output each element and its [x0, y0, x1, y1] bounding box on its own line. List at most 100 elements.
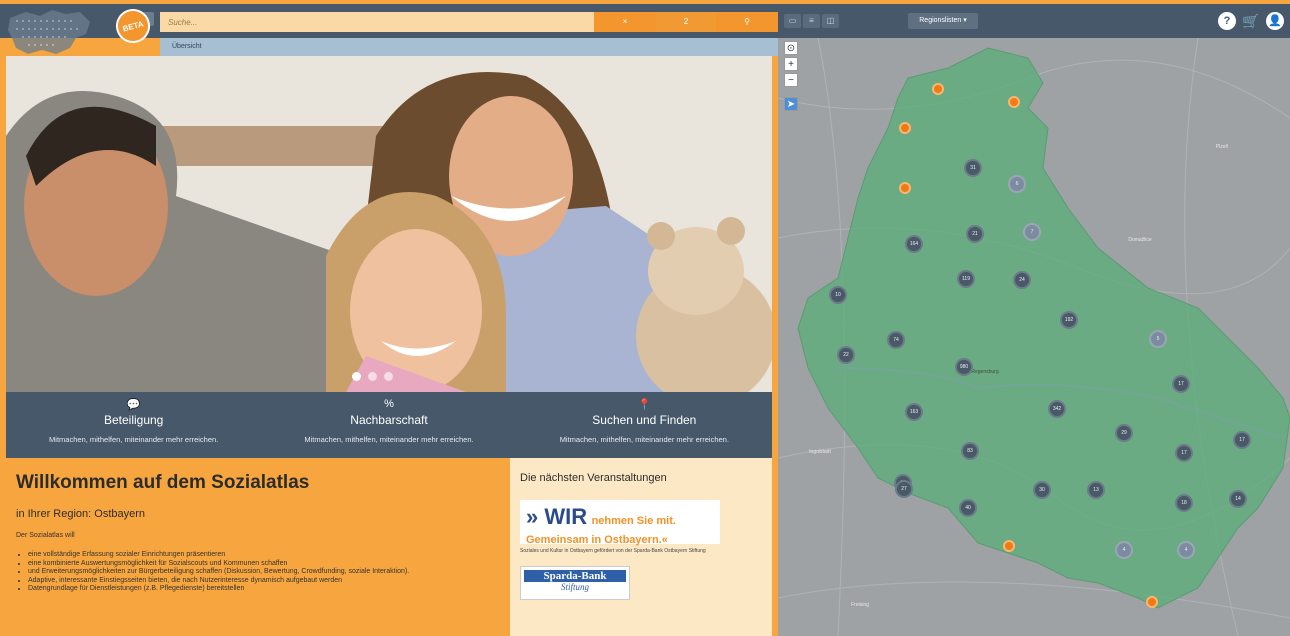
- result-count-button[interactable]: 2: [656, 12, 716, 32]
- welcome-section: Willkommen auf dem Sozialatlas in Ihrer …: [6, 458, 506, 636]
- feature-title: Nachbarschaft: [350, 413, 428, 427]
- wir-ad-banner[interactable]: » WIR nehmen Sie mit. Gemeinsam in Ostba…: [520, 500, 720, 546]
- map-cluster-marker[interactable]: 17: [1172, 375, 1190, 393]
- map-cluster-marker[interactable]: 13: [1087, 481, 1105, 499]
- map-cluster-marker[interactable]: 83: [961, 442, 979, 460]
- cart-icon[interactable]: 🛒: [1242, 12, 1260, 30]
- map-cluster-marker[interactable]: 163: [905, 403, 923, 421]
- feature-desc: Mitmachen, mithelfen, miteinander mehr e…: [559, 435, 729, 444]
- map-cluster-marker[interactable]: 29: [1115, 424, 1133, 442]
- search-button[interactable]: ⚲: [716, 12, 778, 32]
- map-cluster-marker[interactable]: 31: [964, 159, 982, 177]
- split-view-icon[interactable]: ◫: [822, 14, 839, 28]
- map-cluster-marker[interactable]: 4: [1177, 541, 1195, 559]
- map-view-icon[interactable]: ▭: [784, 14, 801, 28]
- list-item: eine vollständige Erfassung sozialer Ein…: [28, 551, 496, 560]
- carousel-dots: [352, 372, 393, 381]
- map-cluster-marker[interactable]: 10: [829, 286, 847, 304]
- feature-desc: Mitmachen, mithelfen, miteinander mehr e…: [304, 435, 474, 444]
- map-pin-marker[interactable]: [1146, 596, 1158, 608]
- subnav-overview[interactable]: Übersicht: [160, 38, 778, 56]
- sparda-sub: Stiftung: [560, 582, 589, 592]
- map-cluster-marker[interactable]: 17: [1233, 431, 1251, 449]
- carousel-dot[interactable]: [368, 372, 377, 381]
- region-subtitle: in Ihrer Region: Ostbayern: [16, 508, 146, 520]
- sparda-logo[interactable]: Sparda-Bank Stiftung: [520, 566, 630, 600]
- map-pin-marker[interactable]: [932, 83, 944, 95]
- clear-search-button[interactable]: ×: [594, 12, 656, 32]
- map-cluster-marker[interactable]: 14: [1229, 490, 1247, 508]
- map-cluster-marker[interactable]: 24: [1013, 271, 1031, 289]
- chat-icon: 💬: [126, 399, 141, 411]
- map-cluster-marker[interactable]: 192: [1060, 311, 1078, 329]
- carousel-dot[interactable]: [352, 372, 361, 381]
- goals-list: eine vollständige Erfassung sozialer Ein…: [16, 551, 496, 594]
- user-actions: ? 🛒 👤: [1218, 12, 1284, 30]
- map-cluster-marker[interactable]: 21: [966, 225, 984, 243]
- zoom-out-button[interactable]: −: [784, 73, 798, 87]
- map-cluster-marker[interactable]: 17: [1175, 444, 1193, 462]
- feature-desc: Mitmachen, mithelfen, miteinander mehr e…: [49, 435, 219, 444]
- map-cluster-marker[interactable]: 164: [905, 235, 923, 253]
- map-cluster-marker[interactable]: 5: [1149, 330, 1167, 348]
- hero-image-family: [6, 56, 772, 392]
- map-cluster-marker[interactable]: 22: [837, 346, 855, 364]
- map-pin-marker[interactable]: [1008, 96, 1020, 108]
- bavaria-map-logo[interactable]: [6, 8, 92, 60]
- zoom-in-button[interactable]: +: [784, 57, 798, 71]
- list-item: und Erweiterungsmöglichkeiten zur Bürger…: [28, 568, 496, 577]
- feature-title: Beteiligung: [103, 413, 164, 427]
- map-pin-marker[interactable]: [899, 182, 911, 194]
- map-pin-marker[interactable]: [899, 122, 911, 134]
- map-cluster-marker[interactable]: 40: [959, 499, 977, 517]
- map-cluster-marker[interactable]: 18: [1175, 494, 1193, 512]
- feature-bar: 💬 Beteiligung Mitmachen, mithelfen, mite…: [6, 392, 772, 458]
- ad-line2: Gemeinsam in Ostbayern.«: [526, 534, 668, 546]
- map-cluster-marker[interactable]: 27: [895, 480, 913, 498]
- events-panel: Die nächsten Veranstaltungen » WIR nehme…: [510, 458, 772, 636]
- map-place-label: Regensburg: [971, 369, 999, 375]
- carousel-dot[interactable]: [384, 372, 393, 381]
- ad-line1: nehmen Sie mit.: [591, 515, 676, 527]
- top-navbar: ✎ × 2 ⚲ ▭ ≡ ◫ Regionslisten ▾ ? 🛒 👤: [0, 0, 1290, 54]
- ad-caption: Soziales und Kultur in Ostbayern geförde…: [520, 548, 706, 554]
- feature-nachbarschaft[interactable]: % Nachbarschaft Mitmachen, mithelfen, mi…: [261, 392, 516, 458]
- sparda-name: Sparda-Bank: [524, 570, 626, 582]
- feature-suchen[interactable]: 📍 Suchen und Finden Mitmachen, mithelfen…: [517, 392, 772, 458]
- map-cluster-marker[interactable]: 7: [1023, 223, 1041, 241]
- list-item: Adaptive, interessante Einstiegsseiten b…: [28, 577, 496, 586]
- feature-title: Suchen und Finden: [592, 413, 697, 427]
- region-list-dropdown[interactable]: Regionslisten ▾: [908, 13, 978, 29]
- link-icon: %: [384, 398, 394, 410]
- map-cluster-marker[interactable]: 980: [955, 358, 973, 376]
- list-item: Datengrundlage für Dienstleistungen (z.B…: [28, 585, 496, 594]
- map-cluster-marker[interactable]: 119: [957, 270, 975, 288]
- events-title: Die nächsten Veranstaltungen: [520, 472, 667, 484]
- intro-text: Der Sozialatlas will: [16, 532, 75, 539]
- ad-headline: » WIR: [526, 504, 588, 529]
- family-photo: [6, 56, 772, 392]
- map-place-label: Ingolstadt: [809, 449, 831, 455]
- map-panel[interactable]: ⊙ + − ➤ Plzeň Ingolstadt Regensburg Domažli…: [778, 38, 1290, 636]
- map-cluster-marker[interactable]: 4: [1115, 541, 1133, 559]
- map-cluster-marker[interactable]: 6: [1008, 175, 1026, 193]
- map-pin-marker[interactable]: [1003, 540, 1015, 552]
- search-input[interactable]: [160, 12, 594, 32]
- map-marker-icon: 📍: [637, 399, 652, 411]
- map-cluster-marker[interactable]: 74: [887, 331, 905, 349]
- view-switcher: ▭ ≡ ◫: [784, 14, 839, 28]
- help-icon[interactable]: ?: [1218, 12, 1236, 30]
- feature-beteiligung[interactable]: 💬 Beteiligung Mitmachen, mithelfen, mite…: [6, 392, 261, 458]
- search-icon: ⚲: [744, 17, 750, 26]
- map-place-label: Freising: [851, 602, 869, 608]
- list-item: eine kombinierte Auswertungsmöglichkeit …: [28, 560, 496, 569]
- list-view-icon[interactable]: ≡: [803, 14, 820, 28]
- map-cluster-marker[interactable]: 342: [1048, 400, 1066, 418]
- map-place-label: Domažlice: [1128, 237, 1152, 243]
- map-cluster-marker[interactable]: 30: [1033, 481, 1051, 499]
- user-icon[interactable]: 👤: [1266, 12, 1284, 30]
- locate-icon[interactable]: ⊙: [784, 41, 798, 55]
- map-canvas[interactable]: [778, 38, 1290, 636]
- map-place-label: Plzeň: [1215, 144, 1229, 150]
- navigate-icon[interactable]: ➤: [784, 97, 798, 111]
